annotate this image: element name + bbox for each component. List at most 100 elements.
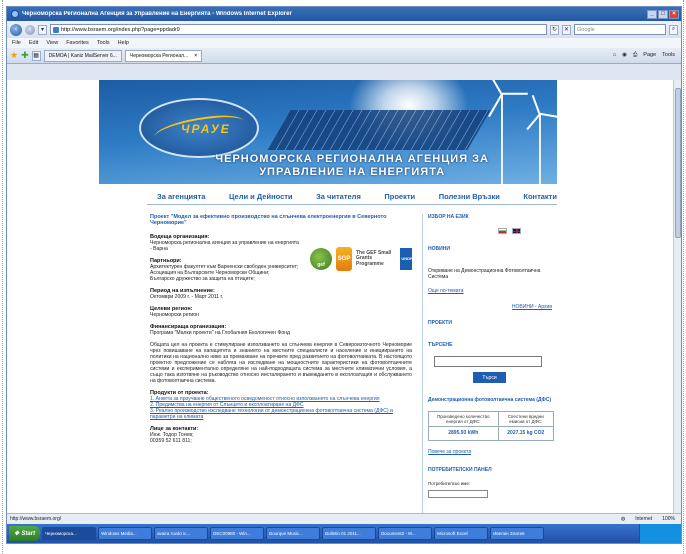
favorites-star-icon[interactable]: ★ — [10, 50, 18, 61]
dfs-energy-label: Произведено количество енергия от ДФС: — [428, 411, 499, 427]
sidebar: ИЗБОР НА ЕЗИК НОВИНИ Откриване на Демонс… — [422, 214, 558, 513]
dfs-emissions-value: 2027.15 kg CO2 — [497, 426, 555, 441]
banner-title: ЧЕРНОМОРСКА РЕГИОНАЛНА АГЕНЦИЯ ЗА УПРАВЛ… — [215, 153, 489, 179]
tab-close-icon[interactable]: × — [194, 53, 197, 59]
title-bar: Черноморска Регионална Агенция за Управл… — [7, 7, 681, 21]
nav-about[interactable]: За агенцията — [157, 192, 205, 201]
add-favorite-icon[interactable]: ✚ — [21, 50, 29, 61]
menu-tools[interactable]: Tools — [97, 40, 110, 46]
menu-bar: File Edit View Favorites Tools Help — [7, 38, 681, 48]
taskbar-item[interactable]: Document2 - M... — [378, 527, 433, 540]
taskbar-item[interactable]: Bourque Music... — [266, 527, 321, 540]
region: Черноморски регион — [150, 312, 199, 318]
tab-label: DEMOA | Kaniz MailServer 6... — [48, 52, 117, 59]
close-button[interactable]: × — [669, 9, 679, 19]
project-title: Проект "Модел за ефективно производство … — [150, 214, 387, 226]
taskbar-item[interactable]: Microsoft Excel — [434, 527, 489, 540]
menu-edit[interactable]: Edit — [29, 40, 38, 46]
feeds-icon[interactable]: ◉ — [622, 52, 627, 59]
command-bar: ⌂ ◉ ⎙ Page Tools — [613, 52, 681, 59]
tab-mailserver[interactable]: DEMOA | Kaniz MailServer 6... — [43, 49, 122, 62]
status-url: http://www.bsraem.org/ — [10, 516, 62, 522]
logo-text: ЧРАУЕ — [181, 122, 231, 136]
home-icon[interactable]: ⌂ — [613, 52, 616, 59]
maximize-button[interactable]: □ — [658, 9, 668, 19]
username-label: Потребителско име: — [428, 481, 471, 486]
start-label: Start — [21, 530, 36, 537]
search-input[interactable]: Google — [574, 24, 666, 35]
back-button[interactable]: ‹ — [10, 23, 22, 36]
tab-bar: ★ ✚ ▦ DEMOA | Kaniz MailServer 6... Черн… — [7, 48, 681, 64]
minimize-button[interactable]: _ — [647, 9, 657, 19]
site-search-button[interactable]: Търси — [473, 372, 506, 383]
dfs-table: Произведено количество енергия от ДФС: С… — [428, 411, 555, 441]
wind-turbine — [526, 94, 557, 184]
page-menu[interactable]: Page — [643, 52, 656, 59]
taskbar-item[interactable]: avaira ruvdo ic... — [154, 527, 209, 540]
undp-logo: UNDP — [400, 248, 412, 270]
news-more-link[interactable]: Още по-темата — [428, 288, 558, 294]
dfs-more-link[interactable]: Повече за проекта — [428, 449, 558, 455]
window-controls: _ □ × — [647, 9, 679, 19]
sgp-text: The GEF Small Grants Programme — [356, 249, 392, 267]
tab-bsraem[interactable]: Черноморска Регионал... × — [124, 49, 203, 62]
zoom-level[interactable]: 100% — [662, 516, 675, 522]
forward-button[interactable]: › — [25, 24, 35, 35]
nav-goals[interactable]: Цели и Дейности — [229, 192, 293, 201]
scrollbar-thumb[interactable] — [675, 88, 681, 238]
taskbar-item[interactable]: Windows Media... — [98, 527, 153, 540]
page-edge-left — [2, 0, 3, 554]
quick-tabs-icon[interactable]: ▦ — [31, 50, 41, 61]
nav-contacts[interactable]: Контакти — [523, 192, 557, 201]
article: Проект "Модел за ефективно производство … — [150, 214, 412, 513]
taskbar: ❖ Start Черноморска... Windows Media... … — [7, 524, 681, 543]
search-placeholder: Google — [577, 26, 595, 33]
news-item: Откриване на Демонстрационна Фотоволтаич… — [428, 268, 541, 280]
menu-favorites[interactable]: Favorites — [66, 40, 89, 46]
vertical-scrollbar[interactable] — [673, 80, 681, 513]
stop-icon[interactable]: ✕ — [562, 24, 571, 35]
taskbar-item[interactable]: DSC00980 - Win... — [210, 527, 265, 540]
project-description: Общата цел на проекта е стимулиране изпо… — [150, 342, 412, 384]
dfs-energy-value: 2895.93 kWh — [428, 426, 499, 441]
taskbar-item[interactable]: Черноморска... — [42, 527, 97, 540]
site-search-input[interactable] — [434, 356, 542, 367]
url-field[interactable]: http://www.bsraem.org/index.php?page=ppd… — [50, 24, 547, 35]
username-input[interactable] — [428, 490, 488, 498]
nav-reader[interactable]: За читателя — [316, 192, 361, 201]
menu-file[interactable]: File — [12, 40, 21, 46]
status-zone: Internet — [635, 516, 653, 522]
funder: Програма "Малки проекти" на Глобалния Ек… — [150, 330, 290, 336]
solar-panels-image — [267, 110, 491, 150]
refresh-icon[interactable]: ↻ — [550, 24, 559, 35]
ie-icon — [11, 10, 19, 18]
flag-bulgaria-icon[interactable] — [498, 228, 507, 234]
address-bar: ‹ › ▾ http://www.bsraem.org/index.php?pa… — [7, 21, 681, 38]
start-button[interactable]: ❖ Start — [9, 526, 41, 541]
user-panel-heading: ПОТРЕБИТЕЛСКИ ПАНЕЛ — [428, 467, 492, 473]
projects-heading: ПРОЕКТИ — [428, 320, 452, 326]
taskbar-item[interactable]: Ивелин Златев — [490, 527, 545, 540]
print-icon[interactable]: ⎙ — [633, 52, 637, 59]
gef-logo: gef — [310, 248, 332, 270]
language-heading: ИЗБОР НА ЕЗИК — [428, 214, 469, 220]
taskbar-item[interactable]: Bulletin 01 2011... — [322, 527, 377, 540]
nav-projects[interactable]: Проекти — [384, 192, 415, 201]
flag-uk-icon[interactable] — [512, 228, 521, 234]
nav-links[interactable]: Полезни Връзки — [439, 192, 500, 201]
page-icon — [53, 26, 59, 33]
menu-help[interactable]: Help — [118, 40, 129, 46]
search-icon[interactable]: ⌕ — [669, 24, 678, 35]
window-title: Черноморска Регионална Агенция за Управл… — [22, 11, 292, 17]
product-link[interactable]: 3. Реално производство изследване технол… — [150, 408, 412, 420]
browser-window: Черноморска Регионална Агенция за Управл… — [6, 6, 682, 544]
url-text: http://www.bsraem.org/index.php?page=ppd… — [61, 26, 180, 33]
system-tray — [639, 524, 681, 543]
history-dropdown-icon[interactable]: ▾ — [38, 24, 47, 35]
lead-org: Черноморска регионална агенция за управл… — [150, 240, 299, 252]
sgp-logo: SGP — [336, 247, 352, 271]
news-archive-link[interactable]: НОВИНИ - Архив — [428, 304, 558, 310]
menu-view[interactable]: View — [46, 40, 58, 46]
status-bar: http://www.bsraem.org/ ◍ Internet 100% — [7, 513, 681, 524]
tools-menu[interactable]: Tools — [662, 52, 675, 59]
